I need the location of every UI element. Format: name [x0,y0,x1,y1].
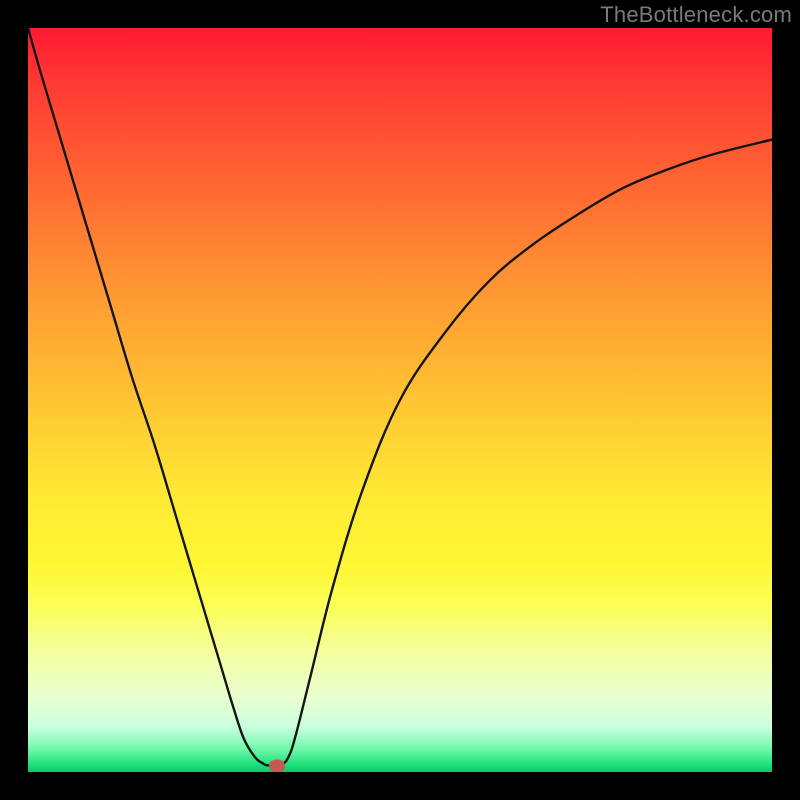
chart-container: TheBottleneck.com [0,0,800,800]
bottleneck-curve [28,28,772,772]
minimum-marker-dot [269,760,285,772]
plot-area [28,28,772,772]
watermark-text: TheBottleneck.com [600,2,792,28]
